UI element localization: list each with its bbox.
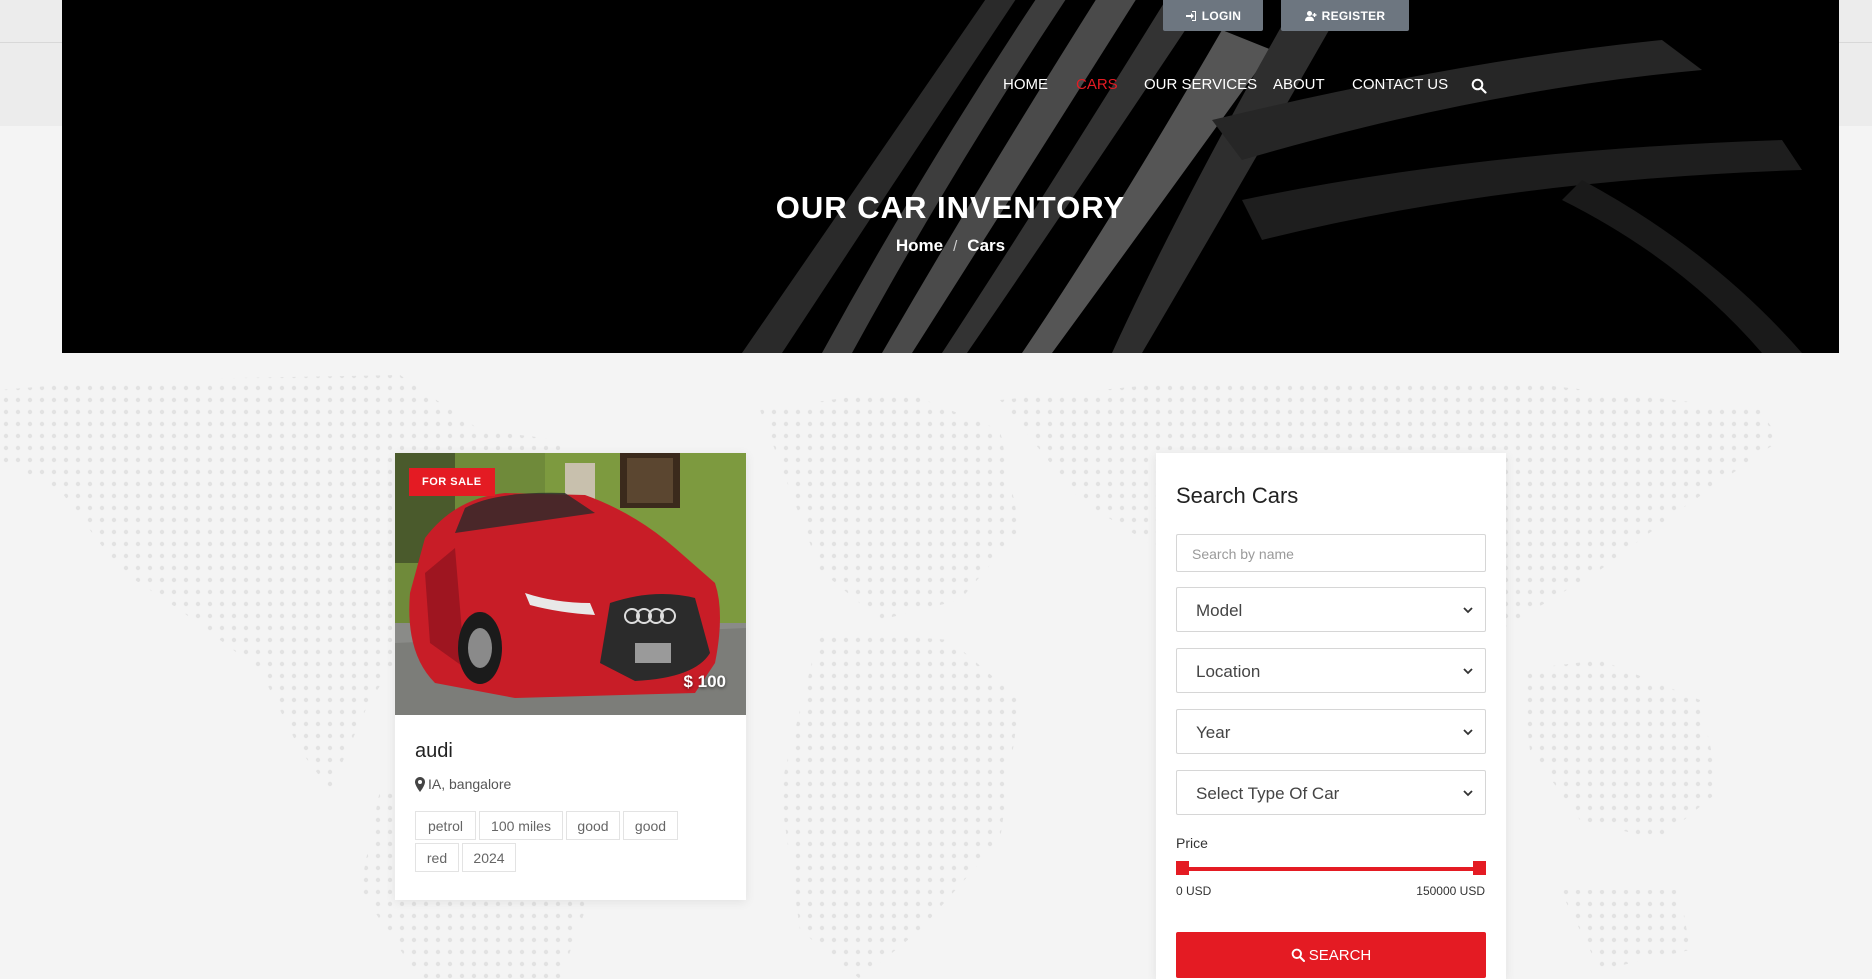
location-select-value: Location xyxy=(1196,662,1261,681)
breadcrumb-home[interactable]: Home xyxy=(896,236,943,255)
car-image[interactable]: FOR SALE $ 100 xyxy=(395,453,746,715)
price-range-track[interactable] xyxy=(1182,867,1476,871)
page-title: OUR CAR INVENTORY xyxy=(775,190,1126,225)
feature-tag: good xyxy=(623,811,678,840)
nav-contact-us[interactable]: CONTACT US xyxy=(1352,76,1448,93)
price-max-handle[interactable] xyxy=(1473,861,1486,875)
price-min-handle[interactable] xyxy=(1176,861,1189,875)
search-cars-panel: Search Cars Search by name Model Locatio… xyxy=(1156,453,1506,979)
car-type-select[interactable]: Select Type Of Car xyxy=(1176,770,1486,815)
car-price: $ 100 xyxy=(683,672,726,691)
feature-tag: 100 miles xyxy=(479,811,563,840)
hero-background-image xyxy=(742,0,1802,353)
search-icon[interactable] xyxy=(1471,78,1487,94)
nav-cars[interactable]: CARS xyxy=(1076,76,1118,93)
breadcrumb-separator: / xyxy=(953,238,958,255)
search-by-name-input[interactable]: Search by name xyxy=(1176,534,1486,572)
chevron-down-icon xyxy=(1463,668,1473,675)
sign-in-icon xyxy=(1185,10,1196,21)
breadcrumb-current: Cars xyxy=(967,236,1006,255)
price-min-value: 0 USD xyxy=(1176,884,1212,898)
divider xyxy=(0,42,62,43)
breadcrumb: Home / Cars xyxy=(62,236,1839,256)
price-max-value: 150000 USD xyxy=(1416,884,1485,898)
car-card[interactable]: FOR SALE $ 100 audi IA, bangalore petrol… xyxy=(395,453,746,900)
feature-tag: 2024 xyxy=(462,843,516,872)
car-type-select-value: Select Type Of Car xyxy=(1196,784,1340,803)
page-side-band-left xyxy=(0,0,62,126)
car-location-text: IA, bangalore xyxy=(428,776,512,792)
page-side-band-right xyxy=(1839,0,1872,126)
car-location: IA, bangalore xyxy=(415,776,511,792)
login-button[interactable]: LOGIN xyxy=(1163,0,1263,31)
model-select-value: Model xyxy=(1196,601,1243,620)
location-select[interactable]: Location xyxy=(1176,648,1486,693)
model-select[interactable]: Model xyxy=(1176,587,1486,632)
nav-our-services[interactable]: OUR SERVICES xyxy=(1144,76,1257,93)
nav-home[interactable]: HOME xyxy=(1003,76,1048,93)
map-marker-icon xyxy=(415,776,425,792)
car-title[interactable]: audi xyxy=(415,740,453,763)
divider xyxy=(1839,42,1872,43)
search-button-label: SEARCH xyxy=(1308,946,1372,964)
year-select-value: Year xyxy=(1196,723,1231,742)
nav-about[interactable]: ABOUT xyxy=(1273,76,1325,93)
search-button[interactable]: SEARCH xyxy=(1176,932,1486,978)
search-icon xyxy=(1291,948,1305,962)
search-input-placeholder: Search by name xyxy=(1192,546,1294,562)
chevron-down-icon xyxy=(1463,607,1473,614)
world-map-background xyxy=(0,375,1780,979)
register-label: REGISTER xyxy=(1321,8,1386,23)
panel-title: Search Cars xyxy=(1176,483,1299,508)
login-label: LOGIN xyxy=(1201,8,1242,23)
year-select[interactable]: Year xyxy=(1176,709,1486,754)
status-badge: FOR SALE xyxy=(409,468,495,496)
feature-tag: petrol xyxy=(415,811,476,840)
feature-tag: good xyxy=(566,811,620,840)
chevron-down-icon xyxy=(1463,729,1473,736)
feature-tag: red xyxy=(415,843,459,872)
register-button[interactable]: REGISTER xyxy=(1281,0,1409,31)
chevron-down-icon xyxy=(1463,790,1473,797)
user-plus-icon xyxy=(1304,10,1317,21)
price-label: Price xyxy=(1176,835,1208,851)
hero-banner: LOGIN REGISTER HOME CARS OUR SERVICES AB… xyxy=(62,0,1839,353)
